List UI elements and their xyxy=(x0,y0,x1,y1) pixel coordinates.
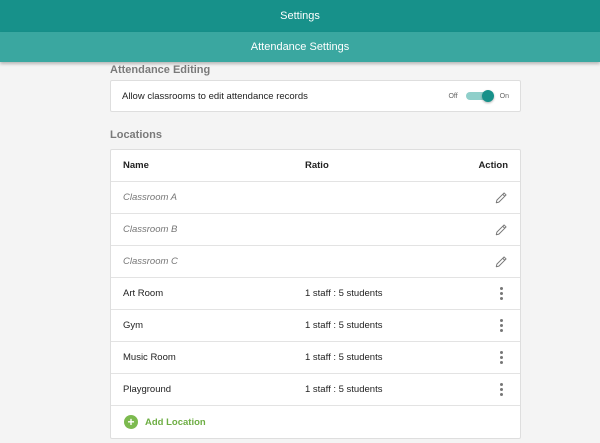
table-row: Music Room 1 staff : 5 students xyxy=(111,342,520,374)
more-vertical-icon[interactable] xyxy=(494,319,508,333)
header-title: Settings xyxy=(280,10,320,22)
attendance-toggle-group: Off On xyxy=(448,90,509,102)
location-name: Gym xyxy=(123,320,144,331)
row-action xyxy=(468,351,508,365)
column-header-ratio: Ratio xyxy=(305,160,329,171)
sub-header: Attendance Settings xyxy=(0,32,600,62)
plus-icon: + xyxy=(124,415,138,429)
more-vertical-icon[interactable] xyxy=(494,383,508,397)
subheader-title: Attendance Settings xyxy=(250,41,350,53)
column-header-action: Action xyxy=(478,160,508,171)
row-action xyxy=(468,287,508,301)
pencil-icon[interactable] xyxy=(494,223,508,237)
table-row: Classroom C xyxy=(111,246,520,278)
more-vertical-icon[interactable] xyxy=(494,351,508,365)
locations-table: Name Ratio Action Classroom A Classroom … xyxy=(110,149,521,439)
attendance-editing-label: Allow classrooms to edit attendance reco… xyxy=(122,90,308,102)
toggle-on-label: On xyxy=(499,92,509,100)
location-name: Classroom B xyxy=(123,224,178,235)
location-name: Art Room xyxy=(123,288,164,299)
location-ratio: 1 staff : 5 students xyxy=(305,352,383,363)
attendance-editing-title: Attendance Editing xyxy=(110,64,211,76)
row-action xyxy=(468,255,508,269)
column-header-name: Name xyxy=(123,160,149,171)
location-name: Classroom C xyxy=(123,256,178,267)
pencil-icon[interactable] xyxy=(494,255,508,269)
table-row: Playground 1 staff : 5 students xyxy=(111,374,520,406)
row-action xyxy=(468,319,508,333)
table-row: Art Room 1 staff : 5 students xyxy=(111,278,520,310)
toggle-knob xyxy=(481,90,494,102)
main-content: Attendance Editing Allow classrooms to e… xyxy=(0,61,600,439)
location-name: Playground xyxy=(123,384,172,395)
table-header-row: Name Ratio Action xyxy=(111,150,520,182)
location-ratio: 1 staff : 5 students xyxy=(305,384,383,395)
location-ratio: 1 staff : 5 students xyxy=(305,288,383,299)
location-ratio: 1 staff : 5 students xyxy=(305,320,383,331)
attendance-editing-toggle[interactable] xyxy=(465,90,494,102)
app-header: Settings xyxy=(0,0,600,32)
add-location-label: Add Location xyxy=(145,416,206,428)
row-action xyxy=(468,383,508,397)
locations-title: Locations xyxy=(110,129,162,141)
add-location-button[interactable]: + Add Location xyxy=(111,406,520,438)
attendance-editing-card: Allow classrooms to edit attendance reco… xyxy=(110,80,521,112)
location-name: Classroom A xyxy=(123,192,178,203)
toggle-off-label: Off xyxy=(448,92,458,100)
table-row: Gym 1 staff : 5 students xyxy=(111,310,520,342)
row-action xyxy=(468,223,508,237)
row-action xyxy=(468,191,508,205)
table-row: Classroom A xyxy=(111,182,520,214)
table-row: Classroom B xyxy=(111,214,520,246)
pencil-icon[interactable] xyxy=(494,191,508,205)
more-vertical-icon[interactable] xyxy=(494,287,508,301)
location-name: Music Room xyxy=(123,352,176,363)
